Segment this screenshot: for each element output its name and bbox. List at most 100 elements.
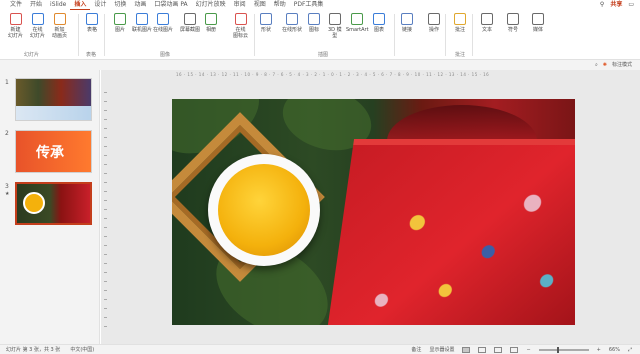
ribbon-button-table[interactable]: 表格: [86, 13, 98, 33]
ribbon-button-label: 符号: [507, 27, 518, 33]
ribbon-button-symbol[interactable]: 符号: [507, 13, 519, 33]
reading-view-icon[interactable]: [494, 346, 503, 353]
tea-liquid: [218, 164, 310, 256]
ribbon-separator: [104, 14, 105, 56]
sub-toolbar: ⌕ ✺ 标注模式: [0, 60, 640, 70]
slide-number-3: 3: [5, 183, 9, 190]
ribbon-button-icon-cloud[interactable]: 在线 图标云: [233, 13, 248, 39]
ribbon-button-action[interactable]: 操作: [428, 13, 440, 33]
tab-1[interactable]: 开始: [26, 0, 46, 10]
ribbon-button-label: 3D 模 型: [328, 27, 342, 39]
ribbon-button-label: 形状: [260, 27, 271, 33]
album-icon: [205, 13, 217, 25]
tab-10[interactable]: 视图: [250, 0, 270, 10]
action-icon: [428, 13, 440, 25]
slide-number-1: 1: [5, 79, 9, 86]
tab-9[interactable]: 审阅: [230, 0, 250, 10]
tab-11[interactable]: 帮助: [270, 0, 290, 10]
ribbon-button-label: 新建 幻灯片: [8, 27, 24, 39]
search-icon[interactable]: ⚲: [600, 0, 604, 10]
animation-star-icon: ★: [5, 191, 10, 197]
web-picture-icon: [157, 13, 169, 25]
slide-number-2: 2: [5, 130, 9, 137]
horizontal-ruler: 16 · 15 · 14 · 13 · 12 · 11 · 10 · 9 · 8…: [176, 72, 490, 77]
marker-icon[interactable]: ✺: [603, 62, 607, 68]
zoom-slider[interactable]: [538, 346, 589, 353]
ribbon-button-label: 新加 动画页: [52, 27, 68, 39]
tab-2[interactable]: iSlide: [46, 0, 70, 10]
ribbon-button-screenshot[interactable]: 屏幕截图: [180, 13, 200, 33]
tab-7[interactable]: 口袋动画 PA: [150, 0, 191, 10]
display-settings-button[interactable]: 显示器设置: [429, 346, 454, 353]
ribbon-button-label: 批注: [454, 27, 465, 33]
ribbon-button-label: 文本: [481, 27, 492, 33]
zoom-level[interactable]: 66%: [609, 347, 620, 353]
ribbon-button-animation-page[interactable]: 新加 动画页: [52, 13, 67, 39]
slide-canvas[interactable]: [172, 99, 575, 325]
ribbon-button-picture[interactable]: 图片: [114, 13, 126, 33]
ribbon-button-media[interactable]: 媒体: [532, 13, 544, 33]
picture-icon: [114, 13, 126, 25]
ribbon-button-icons[interactable]: 图标: [308, 13, 320, 33]
shapes-icon: [260, 13, 272, 25]
ribbon-button-text[interactable]: 文本: [481, 13, 493, 33]
tab-0[interactable]: 文件: [6, 0, 26, 10]
slide-thumbnail-2[interactable]: 传承: [15, 130, 92, 173]
slideshow-icon[interactable]: [510, 346, 519, 353]
smartart-icon: [351, 13, 364, 25]
status-bar: 幻灯片 第 3 张，共 3 张 中文(中国) 备注 显示器设置 − + 66% …: [0, 344, 640, 354]
ribbon: 新建 幻灯片 在线 幻灯片 新加 动画页 表格图片 联机图片 在线图片 屏幕截图 相册在线 图…: [0, 10, 640, 60]
ribbon-button-shapes[interactable]: 形状: [260, 13, 272, 33]
ribbon-button-label: 在线图片: [153, 27, 174, 33]
tab-6[interactable]: 动画: [130, 0, 150, 10]
fit-slide-icon[interactable]: ⤢: [628, 347, 632, 353]
ribbon-button-label: 操作: [428, 27, 439, 33]
slide-thumbnail-3[interactable]: [15, 182, 92, 225]
ribbon-button-online-slide[interactable]: 在线 幻灯片: [30, 13, 45, 39]
ribbon-button-online-shapes[interactable]: 在线形状: [282, 13, 302, 33]
ribbon-button-album[interactable]: 相册: [205, 13, 217, 33]
ribbon-group-label: 批注: [455, 52, 466, 58]
tab-4[interactable]: 设计: [90, 0, 110, 10]
ribbon-button-label: 图片: [114, 27, 125, 33]
ribbon-button-smartart[interactable]: SmartArt: [346, 13, 369, 33]
link-icon: [401, 13, 413, 25]
ribbon-button-label: 在线 图标云: [233, 27, 249, 39]
tabs-right: ⚲ 共享 ▭: [600, 0, 634, 10]
tab-12[interactable]: PDF工具集: [290, 0, 328, 10]
slide-sorter-icon[interactable]: [478, 346, 487, 353]
ribbon-separator: [254, 14, 255, 56]
ribbon-button-3d-model[interactable]: 3D 模 型: [328, 13, 342, 39]
language-indicator[interactable]: 中文(中国): [70, 346, 94, 353]
slide-editor: 16 · 15 · 14 · 13 · 12 · 11 · 10 · 9 · 8…: [101, 70, 640, 344]
ribbon-button-label: 在线形状: [282, 27, 303, 33]
ribbon-button-label: 联机图片: [132, 27, 153, 33]
zoom-out-button[interactable]: −: [526, 347, 530, 353]
normal-view-icon[interactable]: [462, 346, 471, 353]
subbar-right: ⌕ ✺ 标注模式: [595, 61, 632, 69]
ribbon-button-new-slide[interactable]: 新建 幻灯片: [8, 13, 23, 39]
comment-icon: [454, 13, 466, 25]
icon-cloud-icon: [234, 13, 247, 25]
ribbon-button-link[interactable]: 链接: [401, 13, 413, 33]
3d-model-icon: [328, 13, 341, 25]
ribbon-group-label: 图像: [160, 52, 171, 58]
text-icon: [481, 13, 493, 25]
ribbon-button-label: 在线 幻灯片: [30, 27, 46, 39]
notes-button[interactable]: 备注: [411, 346, 421, 353]
animation-page-icon: [53, 13, 66, 25]
share-button[interactable]: 共享: [610, 0, 622, 10]
ribbon-button-chart[interactable]: 图表: [373, 13, 385, 33]
tab-5[interactable]: 切换: [110, 0, 130, 10]
ribbon-button-web-picture[interactable]: 在线图片: [153, 13, 173, 33]
ribbon-button-online-picture[interactable]: 联机图片: [132, 13, 152, 33]
tab-8[interactable]: 幻灯片放映: [192, 0, 230, 10]
annotation-mode-button[interactable]: 标注模式: [612, 61, 632, 68]
ribbon-button-comment[interactable]: 批注: [454, 13, 466, 33]
comment-icon[interactable]: ▭: [628, 0, 634, 10]
slide-thumbnail-1[interactable]: [15, 78, 92, 121]
find-icon[interactable]: ⌕: [595, 62, 598, 68]
slide-2-title: 传承: [36, 144, 64, 161]
zoom-in-button[interactable]: +: [597, 347, 601, 353]
tab-3[interactable]: 插入: [70, 1, 91, 10]
